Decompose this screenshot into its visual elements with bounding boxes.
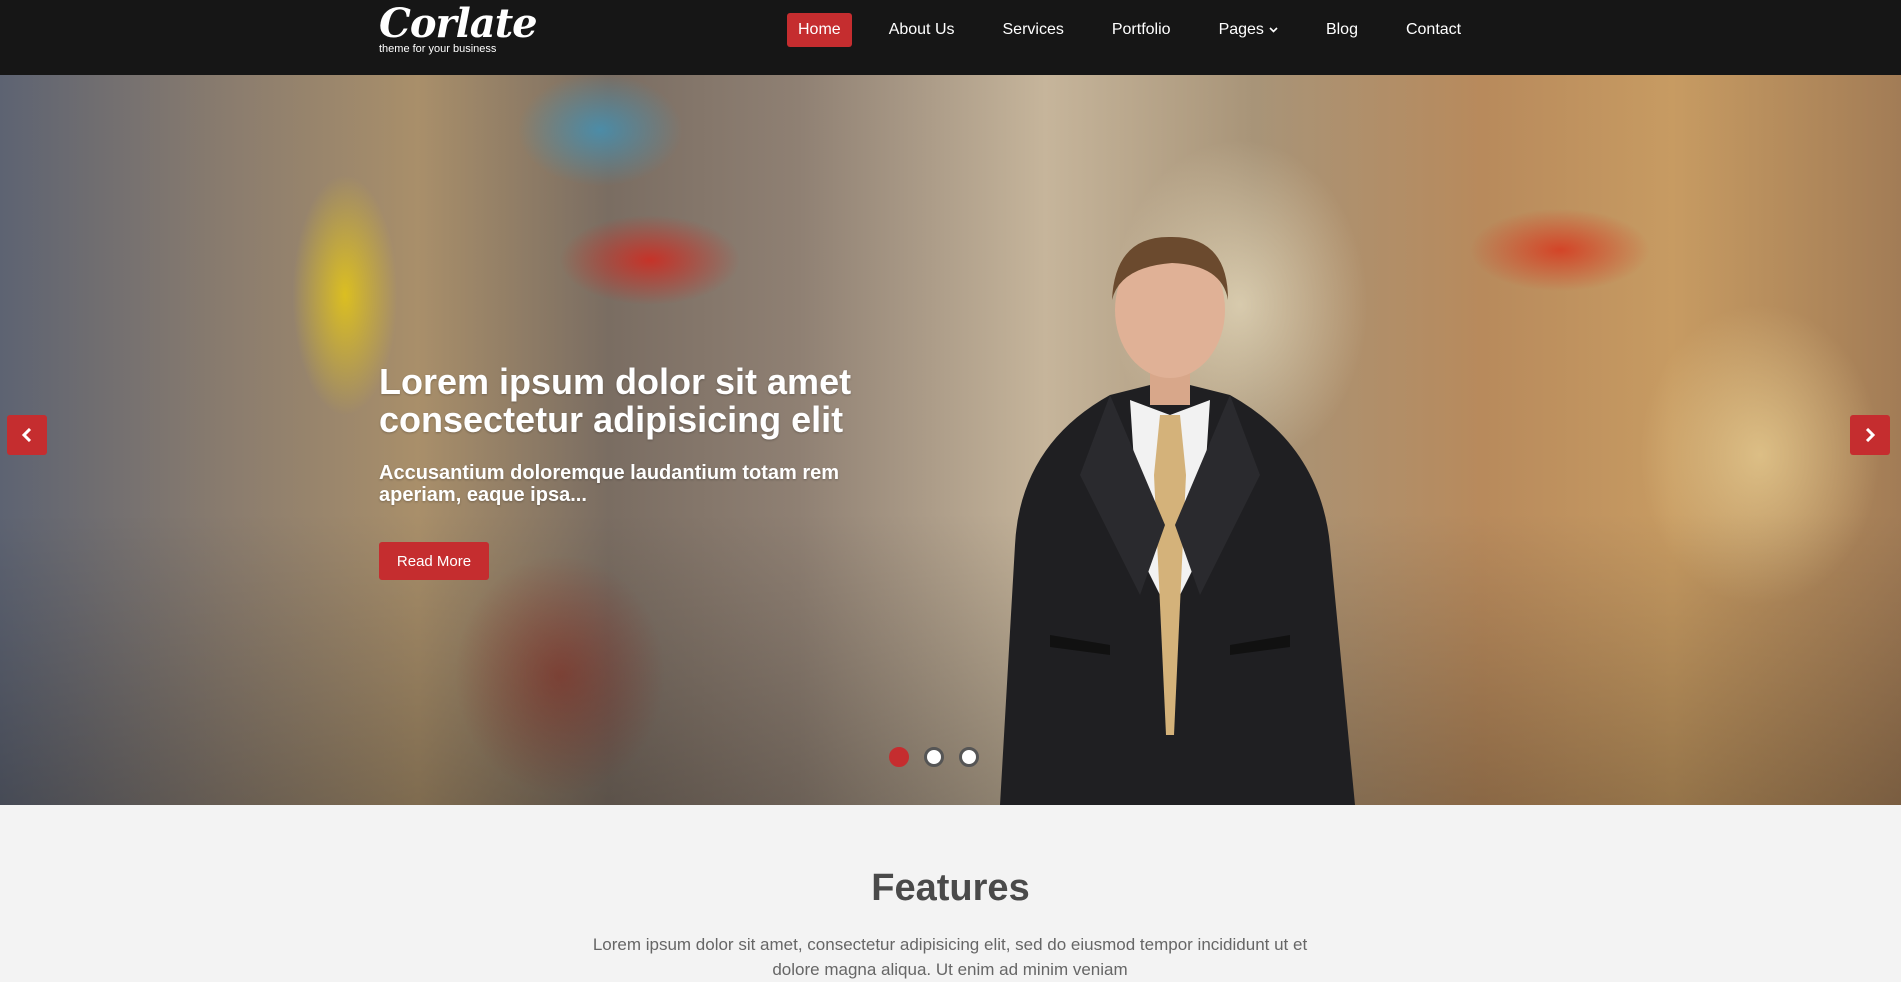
hero-title: Lorem ipsum dolor sit amet consectetur a… xyxy=(379,361,852,440)
nav-label: Services xyxy=(1002,21,1064,38)
nav-label: Portfolio xyxy=(1111,21,1171,38)
nav-label: Pages xyxy=(1218,21,1264,38)
nav-item-services[interactable]: Services xyxy=(992,13,1075,47)
nav-label: Blog xyxy=(1325,21,1358,38)
nav-label: Contact xyxy=(1405,21,1462,38)
features-heading: Features xyxy=(871,867,1030,909)
chevron-left-icon xyxy=(21,428,32,442)
businessman-image xyxy=(1000,236,1355,805)
slider-indicators xyxy=(889,747,994,767)
slide-indicator-3[interactable] xyxy=(959,747,979,767)
nav-item-portfolio[interactable]: Portfolio xyxy=(1101,13,1182,47)
logo[interactable]: Corlate theme for your business xyxy=(379,0,538,56)
slider-next-button[interactable] xyxy=(1850,415,1890,455)
main-nav: Home About Us Services Portfolio Pages B… xyxy=(787,13,1498,47)
nav-item-pages[interactable]: Pages xyxy=(1208,13,1289,47)
read-more-button[interactable]: Read More xyxy=(379,542,489,580)
nav-item-contact[interactable]: Contact xyxy=(1395,13,1472,47)
nav-item-blog[interactable]: Blog xyxy=(1315,13,1369,47)
hero-background xyxy=(0,75,1901,805)
hero-slider: Lorem ipsum dolor sit amet consectetur a… xyxy=(0,75,1901,805)
logo-wordmark: Corlate xyxy=(379,0,538,47)
chevron-down-icon xyxy=(1269,27,1278,33)
chevron-right-icon xyxy=(1865,428,1876,442)
hero-subtitle: Accusantium doloremque laudantium totam … xyxy=(379,462,840,506)
slide-indicator-2[interactable] xyxy=(924,747,944,767)
nav-label: Home xyxy=(798,21,841,38)
nav-item-about-us[interactable]: About Us xyxy=(878,13,966,47)
features-description: Lorem ipsum dolor sit amet, consectetur … xyxy=(592,935,1308,979)
nav-item-home[interactable]: Home xyxy=(787,13,852,47)
site-header: Corlate theme for your business Home Abo… xyxy=(0,0,1901,75)
slider-prev-button[interactable] xyxy=(7,415,47,455)
nav-label: About Us xyxy=(888,21,955,38)
slide-indicator-1[interactable] xyxy=(889,747,909,767)
